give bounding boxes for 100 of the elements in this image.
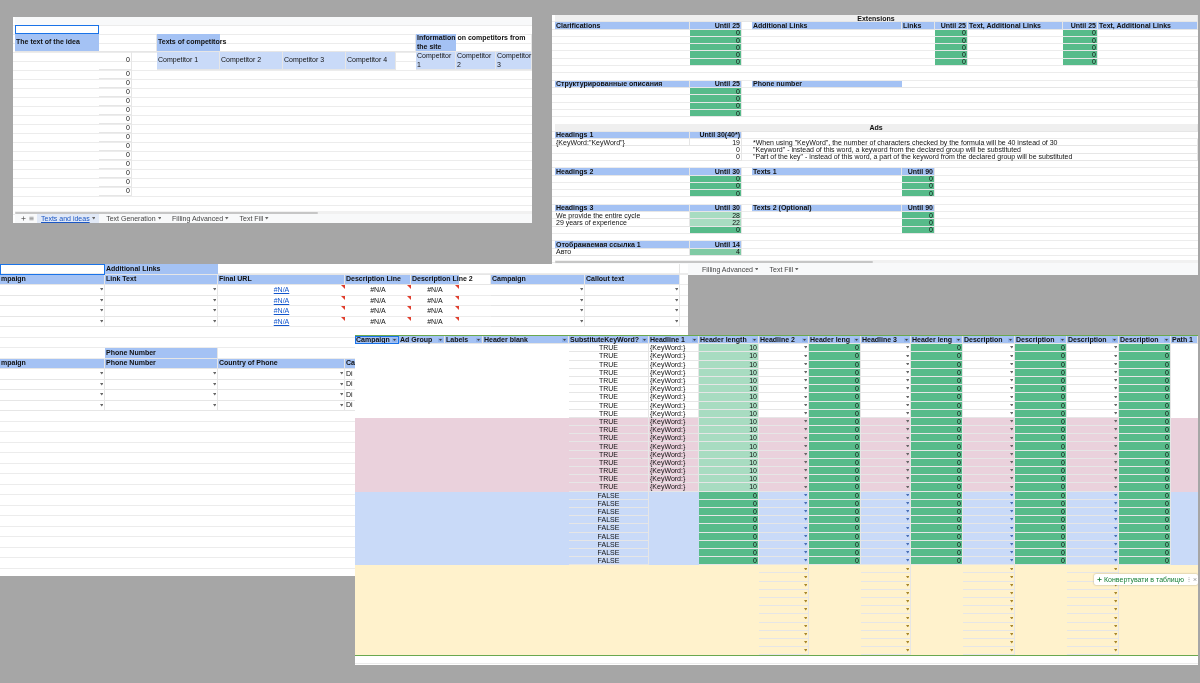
filter-icon: [904, 337, 909, 342]
dropdown-cell[interactable]: [491, 316, 585, 327]
caret-icon: [803, 420, 807, 423]
dropdown-cell[interactable]: [963, 573, 1015, 582]
caret-icon: [212, 393, 216, 397]
dropdown-cell[interactable]: [218, 390, 345, 401]
dropdown-cell[interactable]: [585, 316, 680, 327]
caret-icon: [803, 502, 807, 505]
dropdown-cell[interactable]: [105, 306, 218, 317]
caret-icon: [579, 309, 583, 313]
dropdown-cell[interactable]: [218, 369, 345, 380]
error-corner-icon: [407, 316, 411, 321]
error-corner-icon: [341, 295, 345, 300]
dropdown-cell[interactable]: [759, 622, 809, 631]
dropdown-cell[interactable]: [759, 581, 809, 590]
caret-icon: [225, 217, 229, 220]
caret-icon: [1009, 641, 1013, 644]
caret-icon: [1009, 592, 1013, 595]
dropdown-cell[interactable]: [105, 285, 218, 296]
dropdown-cell[interactable]: [0, 369, 105, 380]
caret-icon: [905, 633, 909, 636]
filter-icon: [392, 337, 397, 342]
dropdown-cell[interactable]: [0, 379, 105, 390]
caret-icon: [1009, 633, 1013, 636]
dropdown-cell[interactable]: [759, 647, 809, 656]
dropdown-cell[interactable]: [1067, 622, 1119, 631]
dropdown-cell[interactable]: [861, 614, 911, 623]
caret-icon: [1113, 551, 1117, 554]
filter-icon: [1008, 337, 1013, 342]
caret-icon: [905, 600, 909, 603]
dropdown-cell[interactable]: [105, 295, 218, 306]
add-icon[interactable]: [21, 216, 26, 221]
filter-icon: [476, 337, 481, 342]
caret-icon: [905, 412, 909, 415]
error-corner-icon: [341, 306, 345, 310]
dropdown-cell[interactable]: [0, 390, 105, 401]
caret-icon: [1113, 633, 1117, 636]
dropdown-cell[interactable]: [861, 630, 911, 639]
error-corner-icon: [341, 285, 345, 289]
dropdown-cell[interactable]: [105, 379, 218, 390]
dropdown-cell[interactable]: [105, 369, 218, 380]
caret-icon: [212, 319, 216, 323]
dropdown-cell[interactable]: [218, 400, 345, 411]
caret-icon: [905, 502, 909, 505]
dropdown-cell[interactable]: [491, 295, 585, 306]
caret-icon: [803, 379, 807, 382]
caret-icon: [905, 551, 909, 554]
caret-icon: [803, 510, 807, 513]
dropdown-cell[interactable]: [585, 306, 680, 317]
scrollbar[interactable]: [555, 260, 1198, 263]
dropdown-cell[interactable]: [0, 285, 105, 296]
dropdown-cell[interactable]: [218, 379, 345, 390]
dropdown-cell[interactable]: [105, 390, 218, 401]
menu-icon[interactable]: [29, 216, 34, 221]
error-corner-icon: [455, 285, 459, 289]
selected-cell[interactable]: [15, 25, 99, 34]
caret-icon: [905, 420, 909, 423]
caret-icon: [905, 641, 909, 644]
dropdown-cell[interactable]: [491, 285, 585, 296]
dropdown-cell[interactable]: [491, 306, 585, 317]
dropdown-cell[interactable]: [0, 400, 105, 411]
dropdown-cell[interactable]: [963, 647, 1015, 656]
plus-icon: [1097, 577, 1103, 582]
filter-icon: [802, 337, 807, 342]
caret-icon: [1113, 469, 1117, 472]
dropdown-cell[interactable]: [963, 622, 1015, 631]
dropdown-cell[interactable]: [0, 306, 105, 317]
scrollbar[interactable]: [15, 211, 532, 214]
dropdown-cell[interactable]: [963, 614, 1015, 623]
filter-icon: [1060, 337, 1065, 342]
dropdown-cell[interactable]: [1067, 647, 1119, 656]
dropdown-cell[interactable]: [861, 647, 911, 656]
caret-icon: [803, 543, 807, 546]
dropdown-cell[interactable]: [1067, 614, 1119, 623]
dropdown-cell[interactable]: [861, 573, 911, 582]
close-icon[interactable]: [1193, 577, 1197, 582]
filter-icon: [1112, 337, 1117, 342]
dropdown-cell[interactable]: [963, 581, 1015, 590]
error-corner-icon: [407, 306, 411, 310]
dropdown-cell[interactable]: [759, 573, 809, 582]
dropdown-cell[interactable]: [759, 630, 809, 639]
caret-icon: [212, 382, 216, 386]
caret-icon: [99, 288, 103, 292]
dropdown-cell[interactable]: [861, 622, 911, 631]
dropdown-cell[interactable]: [585, 295, 680, 306]
dropdown-cell[interactable]: [0, 295, 105, 306]
caret-icon: [803, 371, 807, 374]
dropdown-cell[interactable]: [1067, 630, 1119, 639]
dropdown-cell[interactable]: [963, 630, 1015, 639]
dropdown-cell[interactable]: [861, 581, 911, 590]
dropdown-cell[interactable]: [585, 285, 680, 296]
dropdown-cell[interactable]: [0, 316, 105, 327]
selected-cell[interactable]: [0, 264, 105, 275]
caret-icon: [803, 600, 807, 603]
caret-icon: [1009, 379, 1013, 382]
dropdown-cell[interactable]: [105, 316, 218, 327]
dropdown-cell[interactable]: [105, 400, 218, 411]
caret-icon: [1113, 502, 1117, 505]
caret-icon: [1113, 641, 1117, 644]
dropdown-cell[interactable]: [759, 614, 809, 623]
